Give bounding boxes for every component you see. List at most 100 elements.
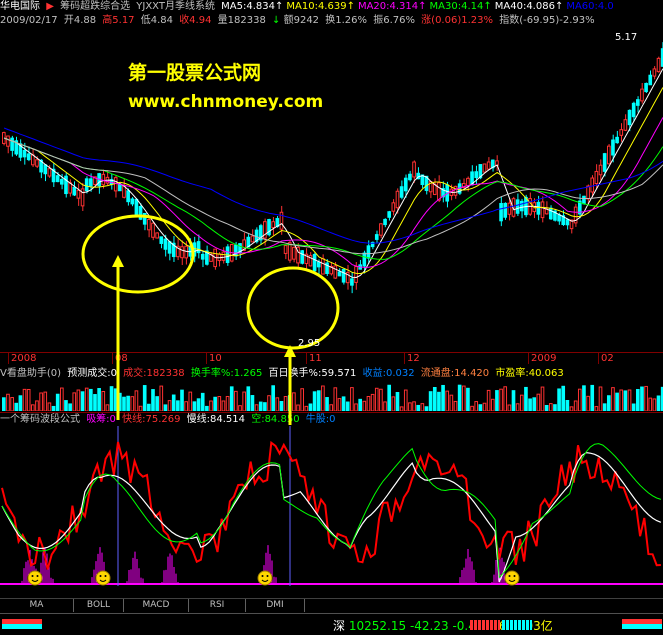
- volume-bar: [623, 390, 628, 411]
- candle-body: [503, 202, 508, 218]
- volume-bar: [267, 395, 271, 411]
- volume-panel-name[interactable]: V看盘助手(0): [0, 368, 61, 379]
- volume-bar: [408, 402, 412, 411]
- tab-dmi[interactable]: DMI: [246, 599, 305, 612]
- volume-bar: [453, 400, 458, 411]
- volume-bar: [176, 400, 180, 411]
- ma-value-0: MA5:4.834↑: [221, 1, 284, 12]
- candle-body: [113, 177, 118, 192]
- system-name[interactable]: YJXXT月季线系统: [136, 1, 215, 12]
- ma-value-2: MA20:4.314↑: [357, 1, 427, 12]
- tab-rsi[interactable]: RSI: [189, 599, 246, 612]
- volume-bar: [283, 396, 288, 411]
- candle-body: [374, 234, 379, 240]
- volume-bar: [97, 388, 101, 411]
- volume-bar: [602, 403, 607, 411]
- volume-bar: [138, 405, 143, 411]
- candle-body: [55, 175, 60, 183]
- highlight-circle: [246, 266, 340, 350]
- volume-bar: [93, 394, 97, 411]
- candle-body: [387, 211, 392, 218]
- volume-bar: [640, 386, 644, 411]
- tab-macd[interactable]: MACD: [124, 599, 189, 612]
- candle-body: [43, 164, 48, 175]
- volume-bar: [379, 388, 383, 411]
- volume-bar: [466, 387, 470, 411]
- volume-bar: [6, 393, 10, 411]
- volume-bar: [635, 389, 640, 411]
- volume-bar: [105, 404, 110, 411]
- volume-bar: [482, 402, 487, 411]
- candle-body: [76, 189, 81, 199]
- volume-bar: [43, 391, 48, 411]
- volume-bar: [333, 387, 338, 411]
- ma-value-1: MA10:4.639↑: [286, 1, 355, 12]
- stock-name[interactable]: 华电国际: [0, 1, 40, 12]
- volume-bar: [188, 391, 193, 411]
- candle-body: [221, 251, 226, 261]
- candle-body: [35, 159, 39, 167]
- candle-body: [474, 171, 479, 179]
- market-name: 深: [333, 619, 346, 633]
- indicator-fast: 快线:75.269: [122, 414, 181, 425]
- candle-body: [159, 236, 164, 244]
- watermark-url: www.chnmoney.com: [128, 92, 324, 112]
- volume-bar: [101, 391, 106, 411]
- ma-line: [3, 137, 663, 255]
- volume-bar: [151, 389, 155, 411]
- indicator-line: [1, 440, 661, 570]
- volume-bar: [321, 385, 325, 411]
- candle-body: [627, 109, 632, 126]
- play-arrow-icon[interactable]: ▶: [46, 1, 54, 12]
- time-axis-label: 10: [206, 353, 222, 364]
- volume-bar: [72, 392, 77, 411]
- candle-body: [602, 153, 607, 172]
- candle-body: [437, 182, 441, 201]
- volume-bar: [511, 390, 516, 411]
- candle-body: [312, 253, 317, 272]
- candle-body: [486, 161, 491, 170]
- indicator-panel-name[interactable]: 一个筹码波段公式: [0, 414, 80, 425]
- status-bar-right-gauge-3: [622, 624, 662, 629]
- candle-body: [432, 183, 437, 195]
- quote-close: 收4.94: [179, 15, 212, 26]
- volume-bar: [470, 405, 474, 411]
- volume-bar: [499, 388, 503, 411]
- candle-body: [408, 173, 412, 181]
- candle-body: [300, 250, 304, 264]
- candle-body: [200, 253, 205, 260]
- volume-bar: [35, 400, 39, 411]
- indicator-panel-header: 一个筹码波段公式 吸筹:0 快线:75.269 慢线:84.514 空:84.8…: [0, 412, 663, 427]
- candle-body: [6, 135, 10, 147]
- tab-ma[interactable]: MA: [0, 599, 74, 612]
- volume-bar: [18, 395, 23, 411]
- volume-bar: [445, 390, 450, 411]
- time-axis-label: 2009: [528, 353, 556, 364]
- volume-bar: [163, 404, 168, 411]
- volume-bar: [229, 386, 234, 411]
- volume-bar: [64, 400, 68, 411]
- volume-bar: [192, 401, 197, 411]
- volume-bar: [416, 404, 421, 411]
- indicator-name[interactable]: 筹码超跌综合选: [60, 1, 130, 12]
- status-bar: 深 10252.15 -42.23 -0.41% 664.03亿: [0, 613, 663, 635]
- volume-bar: [234, 390, 238, 411]
- time-axis-label: 02: [598, 353, 614, 364]
- smiley-icon: [504, 570, 520, 586]
- indicator-tab-bar: MA BOLL MACD RSI DMI: [0, 598, 663, 613]
- candle-body: [287, 242, 292, 261]
- tab-boll[interactable]: BOLL: [74, 599, 124, 612]
- candle-body: [594, 170, 599, 185]
- time-axis-label: 2008: [8, 353, 36, 364]
- market-value: 10252.15: [348, 619, 407, 633]
- volume-bar: [287, 395, 292, 411]
- candle-body: [68, 182, 72, 194]
- volume-chart[interactable]: [0, 381, 663, 411]
- volume-bar: [84, 387, 89, 411]
- candle-body: [619, 129, 624, 136]
- kline-chart[interactable]: [0, 28, 663, 350]
- volume-bar: [263, 402, 267, 411]
- indicator-chart[interactable]: [0, 426, 663, 598]
- volume-bar: [395, 392, 400, 411]
- candle-body: [354, 266, 358, 283]
